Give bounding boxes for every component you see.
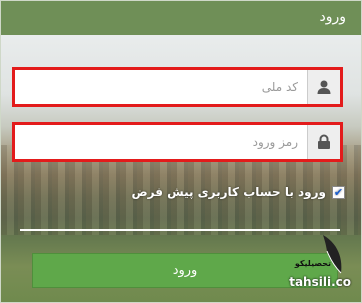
password-field [15, 125, 340, 159]
lock-icon [307, 125, 340, 159]
login-panel: ورود ✔ ورود با حس [0, 0, 362, 303]
remember-checkbox[interactable]: ✔ [332, 185, 345, 199]
password-field-highlight [12, 122, 343, 162]
watermark-logo: تحصیلیکو tahsili.co [271, 233, 351, 293]
divider [20, 229, 340, 231]
remember-label: ورود با حساب کاربری پیش فرض [131, 185, 326, 199]
watermark-brand: تحصیلیکو [294, 259, 331, 268]
username-field [15, 70, 340, 104]
watermark-site: tahsili.co [289, 275, 351, 289]
user-icon [307, 70, 340, 104]
remember-option[interactable]: ✔ ورود با حساب کاربری پیش فرض [131, 185, 345, 199]
page-title: ورود [319, 9, 346, 25]
username-input[interactable] [15, 70, 307, 104]
password-input[interactable] [15, 125, 307, 159]
username-field-highlight [12, 67, 343, 107]
panel-header: ورود [1, 1, 361, 35]
